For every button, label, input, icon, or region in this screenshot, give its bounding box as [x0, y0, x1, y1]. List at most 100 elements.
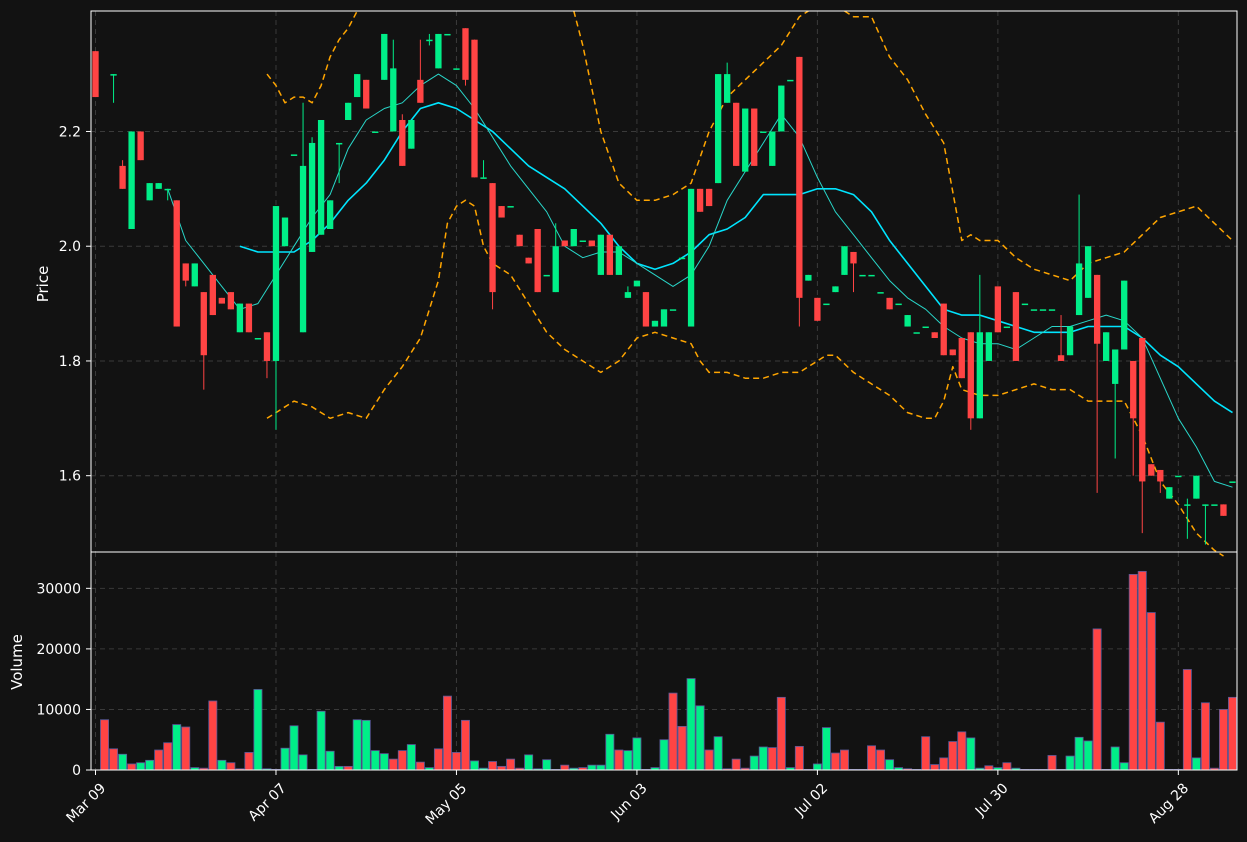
- candle-body: [1166, 487, 1173, 499]
- candle-body: [886, 297, 893, 310]
- candle-body: [272, 206, 280, 361]
- volume-bar: [921, 736, 931, 771]
- candle-body: [678, 257, 686, 260]
- candle-body: [922, 326, 929, 329]
- candle-body: [760, 131, 767, 133]
- volume-bar: [506, 758, 516, 771]
- volume-frame: [90, 551, 1238, 771]
- candle-body: [814, 297, 821, 321]
- volume-bar: [253, 689, 263, 771]
- candle-body: [191, 263, 198, 287]
- candle-body: [399, 120, 406, 166]
- overlay-line-3: [573, 10, 809, 202]
- volume-bar: [939, 757, 949, 771]
- candle-body: [444, 33, 451, 36]
- volume-bar: [758, 746, 768, 771]
- candle-body: [687, 188, 695, 327]
- date-tick-label: Aug 28: [1146, 780, 1192, 826]
- candle-body: [958, 338, 965, 379]
- candle-body: [480, 177, 487, 179]
- volume-bar: [821, 727, 831, 771]
- price-tick-label: 1.6: [59, 469, 81, 485]
- candle-body: [489, 183, 496, 293]
- volume-bar: [433, 748, 443, 771]
- candle-body: [769, 131, 776, 166]
- volume-bar: [560, 764, 570, 771]
- volume-bar: [885, 759, 895, 771]
- volume-bar: [217, 759, 227, 771]
- date-tick-label: Jul 02: [791, 780, 831, 820]
- volume-bar: [966, 737, 976, 771]
- volume-bar: [1228, 696, 1237, 771]
- candle-body: [173, 200, 180, 327]
- volume-bar: [208, 700, 218, 771]
- candle-body: [1130, 360, 1137, 419]
- candle-body: [471, 39, 478, 178]
- volume-y-ticks: 0 10000 20000 30000: [36, 581, 91, 779]
- volume-bar: [1092, 628, 1102, 771]
- volume-bar: [867, 745, 877, 771]
- candle-body: [805, 274, 812, 281]
- volume-bar: [542, 759, 552, 771]
- volume-bar: [316, 710, 326, 771]
- candle-body: [615, 246, 623, 275]
- candle-body: [1202, 504, 1209, 506]
- candle-body: [651, 320, 659, 327]
- candle-body: [931, 332, 938, 339]
- candle-body: [245, 303, 253, 333]
- volume-bar: [1128, 574, 1138, 771]
- candle-body: [254, 338, 262, 340]
- candle-body: [263, 332, 271, 361]
- candle-body: [1039, 309, 1047, 311]
- volume-bar: [298, 754, 308, 771]
- candle-body: [119, 165, 126, 189]
- volume-bar: [1155, 721, 1165, 771]
- volume-bar: [145, 759, 155, 771]
- volume-bar: [334, 765, 344, 771]
- volume-bar: [280, 747, 290, 771]
- volume-bar: [930, 764, 940, 771]
- volume-bar: [244, 752, 254, 771]
- candle-body: [146, 183, 153, 201]
- candle-body: [976, 332, 983, 419]
- price-y-ticks: 1.6 1.8 2.0 2.2: [59, 124, 91, 485]
- candle-body: [281, 217, 289, 247]
- volume-bar: [172, 724, 182, 771]
- candle-body: [435, 33, 442, 69]
- candle-body: [1193, 475, 1200, 499]
- candle-body: [200, 292, 207, 356]
- candle-body: [381, 33, 388, 80]
- volume-bar: [370, 750, 380, 771]
- candle-body: [290, 154, 298, 156]
- volume-bar: [731, 758, 741, 771]
- volume-bar: [840, 749, 849, 771]
- volume-bar: [289, 725, 299, 771]
- volume-panel: 0 10000 20000 30000 Volume: [8, 551, 1238, 779]
- volume-bars: [100, 570, 1237, 771]
- candle-body: [1121, 280, 1128, 350]
- overlay-line-4: [844, 10, 1234, 282]
- candle-body: [642, 292, 650, 327]
- date-tick-label: May 05: [423, 780, 471, 828]
- candle-body: [516, 234, 523, 247]
- candle-body: [218, 297, 226, 304]
- stock-chart: 1.6 1.8 2.0 2.2 Price 0 10000 20000 30000 Volu…: [8, 10, 1238, 828]
- price-axis-label: Price: [34, 266, 52, 303]
- candle-body: [1021, 303, 1029, 306]
- candle-body: [453, 68, 460, 70]
- candle-body: [1012, 292, 1020, 361]
- overlay-line-2: [266, 10, 358, 104]
- volume-tick-label: 10000: [36, 702, 81, 718]
- candle-body: [913, 332, 920, 334]
- candle-body: [1220, 504, 1227, 516]
- candle-body: [868, 274, 875, 277]
- date-x-ticks: Mar 09 Apr 07 May 05 Jun 03 Jul 02 Jul 30 Aug …: [64, 770, 1192, 828]
- candle-body: [660, 309, 668, 327]
- volume-bar: [1219, 709, 1228, 771]
- candle-body: [859, 274, 866, 277]
- candle-body: [209, 274, 216, 316]
- candle-body: [696, 188, 704, 212]
- price-tick-label: 2.2: [59, 124, 81, 140]
- candle-body: [904, 315, 911, 327]
- candle-body: [363, 79, 370, 109]
